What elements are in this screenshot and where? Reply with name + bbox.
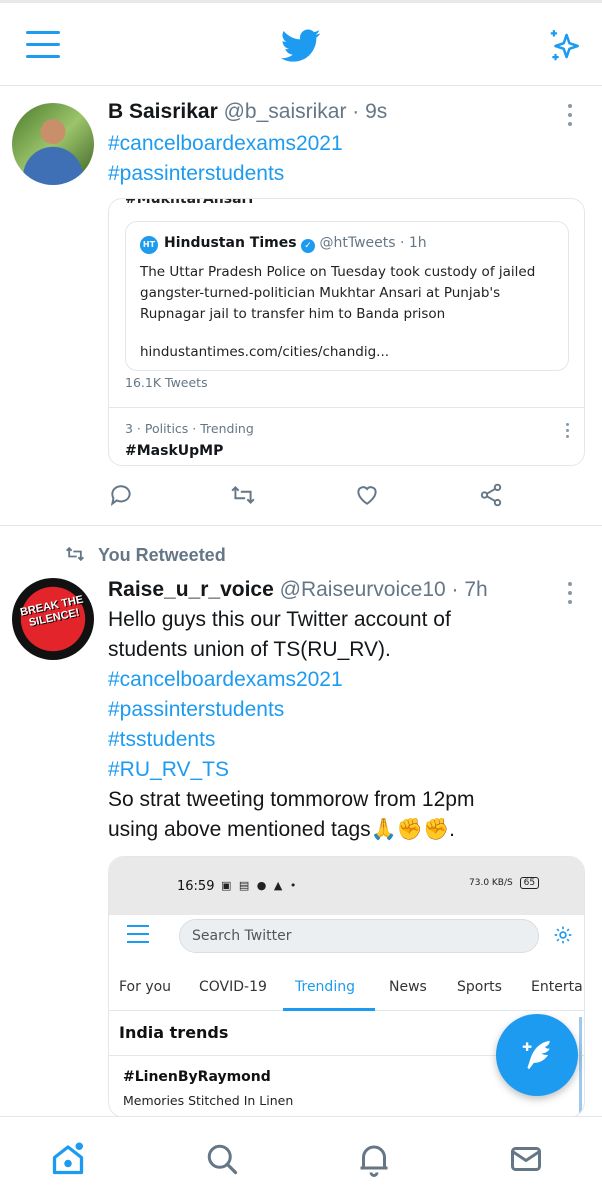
status-right: 73.0 KB/S 65 — [469, 877, 540, 889]
trend-meta: 3 · Politics · Trending — [125, 421, 254, 436]
status-icons: ▣ ▤ ● ▲ • — [221, 879, 299, 892]
tweet-actions — [108, 482, 508, 508]
home-icon[interactable] — [50, 1141, 86, 1177]
quote-link: hindustantimes.com/cities/chandig... — [140, 344, 390, 360]
avatar-text: BREAK THE SILENCE! — [19, 593, 85, 630]
quote-source-handle: @htTweets — [319, 235, 396, 251]
avatar[interactable]: BREAK THE SILENCE! — [12, 578, 94, 660]
hashtag-link[interactable]: #passinterstudents — [108, 159, 284, 189]
tweet-text-line: So strat tweeting tommorow from 12pm — [108, 788, 475, 811]
retweeted-indicator: You Retweeted — [64, 544, 226, 566]
bottom-navigation — [0, 1116, 602, 1200]
tweet-card[interactable]: B Saisrikar @b_saisrikar · 9s #cancelboa… — [0, 86, 602, 526]
tweet-text-line: using above mentioned tags🙏✊✊. — [108, 818, 455, 841]
tweet-time: · 7h — [451, 578, 488, 601]
quote-body: The Uttar Pradesh Police on Tuesday took… — [140, 264, 536, 322]
active-tab-indicator — [283, 1008, 375, 1011]
battery-icon: 65 — [519, 877, 540, 889]
retweet-icon[interactable] — [230, 482, 256, 508]
tweet-count: 16.1K Tweets — [125, 375, 208, 390]
sparkle-icon[interactable] — [546, 27, 584, 65]
hamburger-menu-icon — [127, 925, 149, 949]
more-options-icon[interactable] — [568, 582, 574, 609]
author-name[interactable]: Raise_u_r_voice — [108, 578, 274, 601]
tweet-header: B Saisrikar @b_saisrikar · 9s — [108, 100, 387, 124]
trend-name: #LinenByRaymond — [123, 1069, 271, 1085]
author-handle: @b_saisrikar — [223, 100, 347, 123]
tweet-text-line: Hello guys this our Twitter account of — [108, 608, 451, 631]
scrollbar — [579, 1017, 582, 1117]
author-handle: @Raiseurvoice10 — [279, 578, 446, 601]
quote-source-name: Hindustan Times — [164, 235, 297, 251]
search-input: Search Twitter — [179, 919, 539, 953]
notifications-icon[interactable] — [356, 1141, 392, 1177]
more-options-icon — [566, 423, 570, 441]
tab-covid: COVID-19 — [199, 979, 267, 995]
hindustan-times-logo: HT — [140, 236, 158, 254]
hashtag-link[interactable]: #RU_RV_TS — [108, 755, 229, 785]
quoted-tweet: HT Hindustan Times ✓ @htTweets · 1h The … — [125, 221, 569, 371]
gear-icon — [554, 926, 572, 944]
status-time: 16:59 — [177, 879, 215, 894]
like-icon[interactable] — [354, 482, 380, 508]
section-title: India trends — [119, 1023, 229, 1042]
top-app-bar — [0, 0, 602, 86]
quote-header: Hindustan Times ✓ @htTweets · 1h — [164, 235, 427, 253]
quote-source-time: · 1h — [399, 235, 427, 251]
retweeted-label: You Retweeted — [98, 545, 226, 565]
more-options-icon[interactable] — [568, 104, 574, 131]
compose-tweet-button[interactable] — [496, 1014, 578, 1096]
twitter-bird-icon[interactable] — [281, 29, 321, 63]
tab-for-you: For you — [119, 979, 172, 995]
trend-subtitle: Memories Stitched In Linen — [123, 1093, 294, 1108]
verified-badge-icon: ✓ — [301, 239, 316, 253]
tab-bar: For you COVID-19 Trending News Sports En… — [109, 967, 584, 1011]
hashtag-link[interactable]: #cancelboardexams2021 — [108, 665, 343, 695]
tweet-time: · 9s — [352, 100, 388, 123]
author-name[interactable]: B Saisrikar — [108, 100, 218, 123]
hashtag-link[interactable]: #passinterstudents — [108, 695, 284, 725]
cut-off-hashtag: #MukhtarAnsari — [125, 198, 254, 207]
tab-news: News — [389, 979, 427, 995]
retweet-icon — [66, 546, 84, 562]
compose-tweet-icon — [522, 1040, 550, 1070]
tab-sports: Sports — [457, 979, 502, 995]
divider — [109, 407, 584, 408]
search-icon[interactable] — [204, 1141, 240, 1177]
share-icon[interactable] — [478, 482, 504, 508]
reply-icon[interactable] — [108, 482, 134, 508]
tab-entertainment: Enterta — [531, 979, 583, 995]
avatar[interactable] — [12, 103, 94, 185]
tweet-text-line: students union of TS(RU_RV). — [108, 638, 391, 661]
messages-icon[interactable] — [508, 1141, 544, 1177]
tab-trending: Trending — [295, 979, 355, 995]
network-speed: 73.0 KB/S — [469, 878, 513, 888]
hashtag-link[interactable]: #cancelboardexams2021 — [108, 129, 343, 159]
hashtag-link[interactable]: #tsstudents — [108, 725, 215, 755]
trend-tag: #MaskUpMP — [125, 443, 224, 459]
embedded-screenshot[interactable]: #MukhtarAnsari HT Hindustan Times ✓ @htT… — [108, 198, 585, 466]
hamburger-menu-icon[interactable] — [26, 31, 60, 59]
tweet-header: Raise_u_r_voice @Raiseurvoice10 · 7h — [108, 578, 488, 602]
